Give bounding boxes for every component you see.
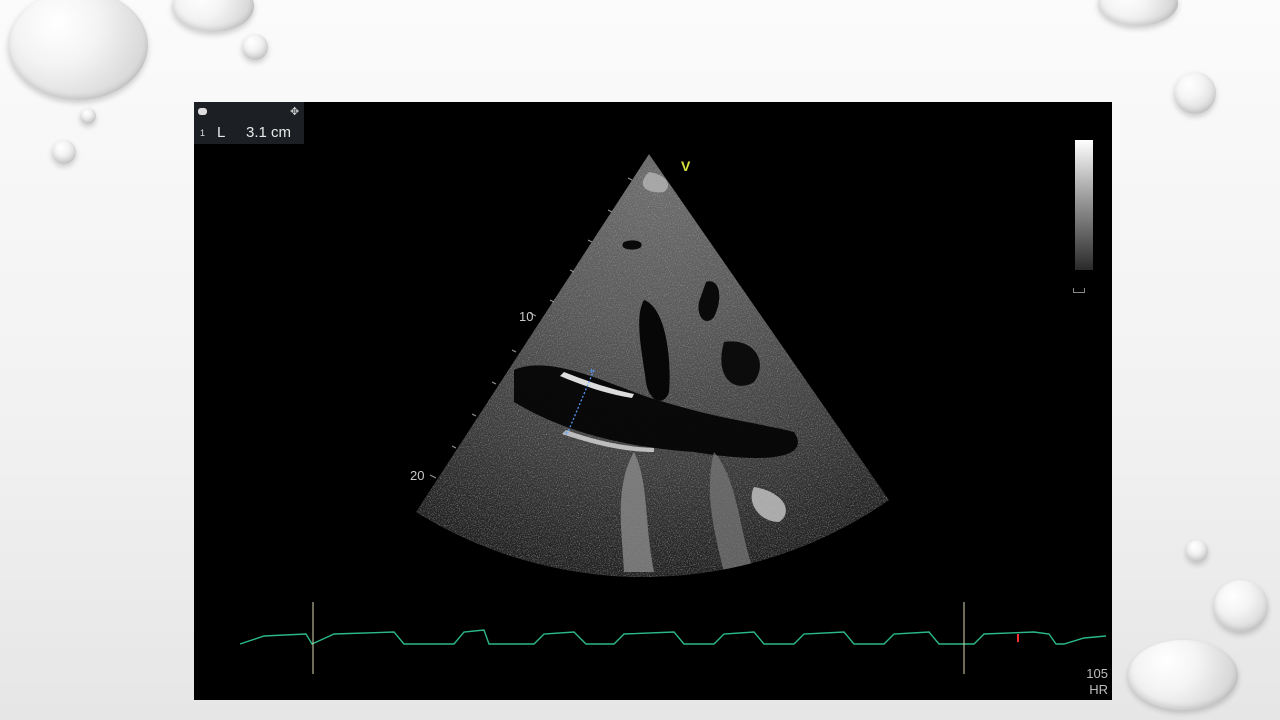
decorative-droplet — [1098, 0, 1178, 26]
decorative-droplet — [172, 0, 254, 32]
decorative-droplet — [1186, 540, 1208, 562]
decorative-droplet — [1174, 72, 1216, 114]
decorative-droplet — [52, 140, 76, 164]
decorative-droplet — [8, 0, 148, 100]
ecg-trace — [239, 602, 1107, 674]
decorative-droplet — [1214, 580, 1268, 632]
heart-rate-label: HR — [1089, 682, 1108, 697]
heart-rate-value: 105 — [1086, 666, 1108, 681]
decorative-droplet — [1128, 640, 1238, 710]
decorative-droplet — [80, 108, 96, 124]
decorative-droplet — [242, 34, 268, 60]
ultrasound-viewer[interactable]: + + ✥ 1 L 3.1 cm V 10 20 105 HR — [194, 102, 1112, 700]
